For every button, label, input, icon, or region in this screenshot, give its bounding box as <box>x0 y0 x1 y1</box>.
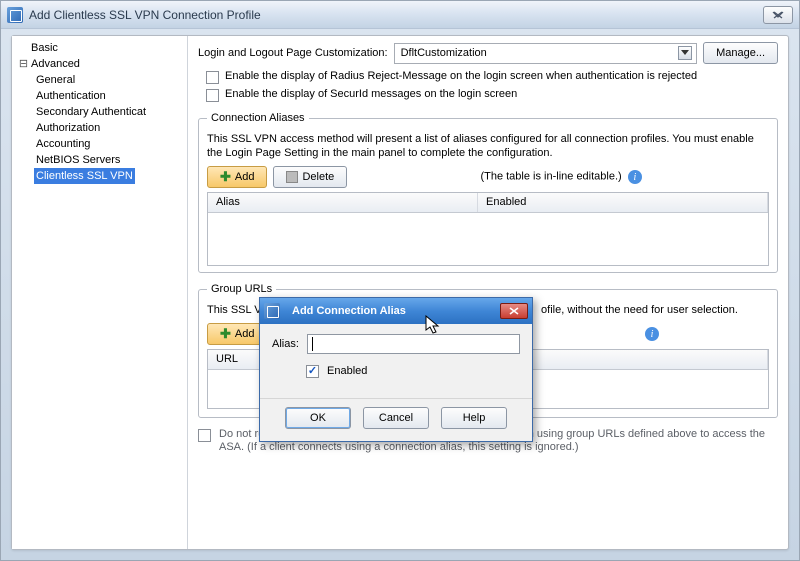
manage-button[interactable]: Manage... <box>703 42 778 64</box>
delete-icon <box>286 171 298 183</box>
aliases-col-alias[interactable]: Alias <box>208 193 478 212</box>
plus-icon: ✚ <box>220 326 231 342</box>
tree-item-accounting[interactable]: Accounting <box>34 136 185 152</box>
help-button[interactable]: Help <box>441 407 507 429</box>
customization-combo[interactable]: DfltCustomization <box>394 43 698 64</box>
close-icon <box>509 307 519 315</box>
radius-reject-label: Enable the display of Radius Reject-Mess… <box>225 70 697 82</box>
dialog-titlebar[interactable]: Add Connection Alias <box>260 298 532 324</box>
content-area: Basic ⊟Advanced GeneralAuthenticationSec… <box>11 35 789 550</box>
aliases-delete-button[interactable]: Delete <box>273 166 347 188</box>
securid-label: Enable the display of SecurId messages o… <box>225 88 517 100</box>
radius-reject-checkbox[interactable] <box>206 71 219 84</box>
window-title: Add Clientless SSL VPN Connection Profil… <box>29 8 763 22</box>
tree-item-authorization[interactable]: Authorization <box>34 120 185 136</box>
main-window: Add Clientless SSL VPN Connection Profil… <box>0 0 800 561</box>
window-close-button[interactable] <box>763 6 793 24</box>
add-connection-alias-dialog[interactable]: Add Connection Alias Alias: Enabled OK C… <box>259 297 533 442</box>
customization-label: Login and Logout Page Customization: <box>198 47 388 59</box>
tree-item-clientless-ssl-vpn[interactable]: Clientless SSL VPN <box>34 168 185 184</box>
group-urls-legend: Group URLs <box>207 283 276 295</box>
enabled-checkbox[interactable] <box>306 365 319 378</box>
tree-item-authentication[interactable]: Authentication <box>34 88 185 104</box>
aliases-col-enabled[interactable]: Enabled <box>478 193 768 212</box>
connection-aliases-group: Connection Aliases This SSL VPN access m… <box>198 112 778 273</box>
cancel-button[interactable]: Cancel <box>363 407 429 429</box>
aliases-add-button[interactable]: ✚Add <box>207 166 267 188</box>
tree-item-general[interactable]: General <box>34 72 185 88</box>
dialog-title: Add Connection Alias <box>292 305 406 317</box>
titlebar[interactable]: Add Clientless SSL VPN Connection Profil… <box>1 1 799 29</box>
dialog-close-button[interactable] <box>500 303 528 319</box>
text-caret <box>312 337 313 351</box>
dialog-icon <box>264 303 280 319</box>
tree-advanced[interactable]: ⊟Advanced GeneralAuthenticationSecondary… <box>18 56 185 184</box>
main-panel: Login and Logout Page Customization: Dfl… <box>188 36 788 549</box>
ok-button[interactable]: OK <box>285 407 351 429</box>
chevron-down-icon <box>678 46 692 60</box>
plus-icon: ✚ <box>220 169 231 185</box>
connection-aliases-legend: Connection Aliases <box>207 112 309 124</box>
aliases-table-body[interactable] <box>208 213 768 265</box>
customization-value: DfltCustomization <box>401 47 487 59</box>
inline-editable-note: (The table is in-line editable.) <box>480 171 621 183</box>
tree-item-secondary-authenticat[interactable]: Secondary Authenticat <box>34 104 185 120</box>
enabled-label: Enabled <box>327 365 367 377</box>
aliases-help-text: This SSL VPN access method will present … <box>207 132 769 160</box>
aliases-table[interactable]: Alias Enabled <box>207 192 769 266</box>
tree-item-netbios-servers[interactable]: NetBIOS Servers <box>34 152 185 168</box>
close-glyph-icon <box>770 10 786 20</box>
csd-checkbox[interactable] <box>198 429 211 442</box>
app-icon <box>7 7 23 23</box>
info-icon[interactable]: i <box>645 327 659 341</box>
info-icon[interactable]: i <box>628 170 642 184</box>
nav-tree[interactable]: Basic ⊟Advanced GeneralAuthenticationSec… <box>12 36 188 549</box>
alias-input[interactable] <box>307 334 520 354</box>
alias-field-label: Alias: <box>272 338 299 350</box>
tree-basic[interactable]: Basic <box>18 40 185 56</box>
securid-checkbox[interactable] <box>206 89 219 102</box>
